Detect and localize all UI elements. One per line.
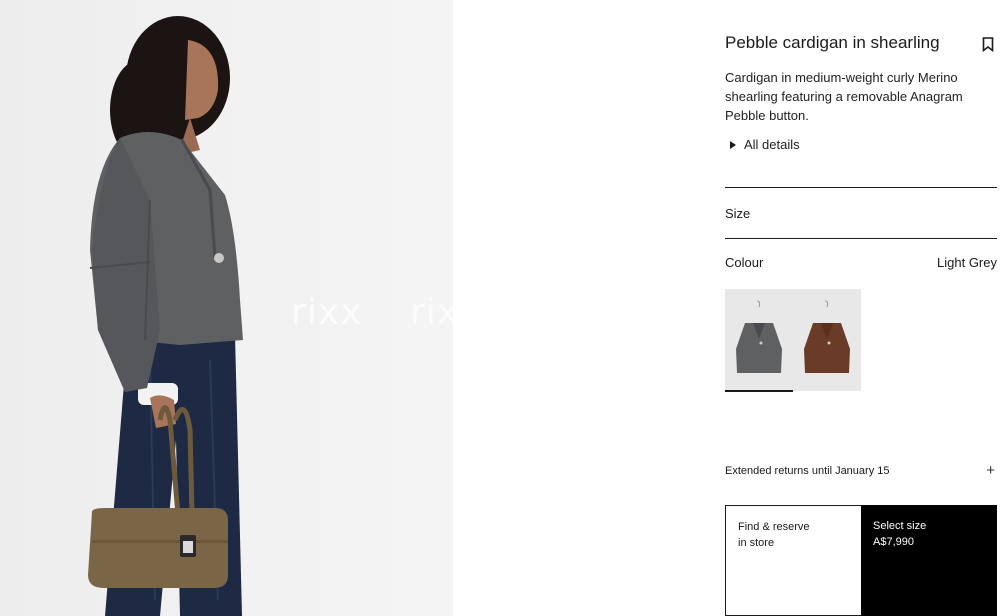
select-size-label: Select size [873, 520, 927, 532]
watermark-text: rixx [291, 292, 363, 333]
colour-row: Colour Light Grey [725, 255, 997, 270]
product-description: Cardigan in medium-weight curly Merino s… [725, 70, 963, 123]
price: A$7,990 [873, 536, 914, 548]
extended-returns-accordion[interactable]: Extended returns until January 15 + [725, 462, 997, 479]
size-selector[interactable]: Size [725, 188, 997, 238]
product-details-panel: Pebble cardigan in shearling Cardigan in… [725, 0, 997, 616]
colour-swatches [725, 289, 861, 392]
select-size-button[interactable]: Select size A$7,990 [861, 505, 997, 616]
purchase-actions: Find & reserve in store Select size A$7,… [725, 505, 997, 616]
triangle-right-icon [730, 140, 736, 149]
size-label: Size [725, 205, 751, 221]
find-reserve-line1: Find & reserve [738, 521, 810, 533]
swatch-light-grey[interactable] [725, 289, 793, 392]
product-title: Pebble cardigan in shearling [725, 33, 940, 52]
divider [725, 238, 997, 239]
model-illustration [88, 16, 243, 616]
all-details-label: All details [744, 137, 800, 152]
all-details-toggle[interactable]: All details [730, 137, 800, 152]
watermark-text: rixx [410, 292, 453, 333]
plus-icon: + [986, 462, 995, 479]
find-reserve-line2: in store [738, 537, 775, 549]
selected-colour-value: Light Grey [937, 255, 997, 270]
find-reserve-button[interactable]: Find & reserve in store [725, 505, 861, 616]
swatch-brown[interactable] [793, 289, 861, 391]
product-hero-image: rixx rixx [0, 0, 453, 616]
colour-label: Colour [725, 255, 764, 270]
bookmark-icon[interactable] [982, 37, 994, 53]
returns-label: Extended returns until January 15 [725, 464, 890, 477]
